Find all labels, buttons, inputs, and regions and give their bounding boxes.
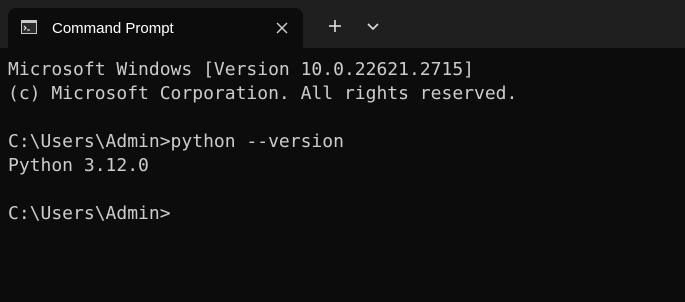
- console-line: C:\Users\Admin>python --version: [8, 131, 344, 152]
- tab-title: Command Prompt: [52, 20, 174, 37]
- terminal-window: Command Prompt Microsoft Windows [Versio…: [0, 0, 685, 302]
- chevron-down-icon: [356, 10, 390, 42]
- close-icon[interactable]: [274, 20, 290, 36]
- plus-icon: [318, 10, 352, 42]
- console-output[interactable]: Microsoft Windows [Version 10.0.22621.27…: [8, 58, 678, 226]
- title-bar: Command Prompt: [0, 0, 685, 48]
- console-line: Microsoft Windows [Version 10.0.22621.27…: [8, 59, 474, 80]
- new-tab-button[interactable]: [318, 10, 352, 42]
- command-prompt-icon: [21, 20, 37, 34]
- console-prompt-line[interactable]: C:\Users\Admin>: [8, 202, 678, 226]
- console-line: Python 3.12.0: [8, 155, 149, 176]
- tab-command-prompt[interactable]: Command Prompt: [8, 8, 303, 48]
- tab-dropdown-button[interactable]: [356, 10, 390, 42]
- console-line: (c) Microsoft Corporation. All rights re…: [8, 83, 518, 104]
